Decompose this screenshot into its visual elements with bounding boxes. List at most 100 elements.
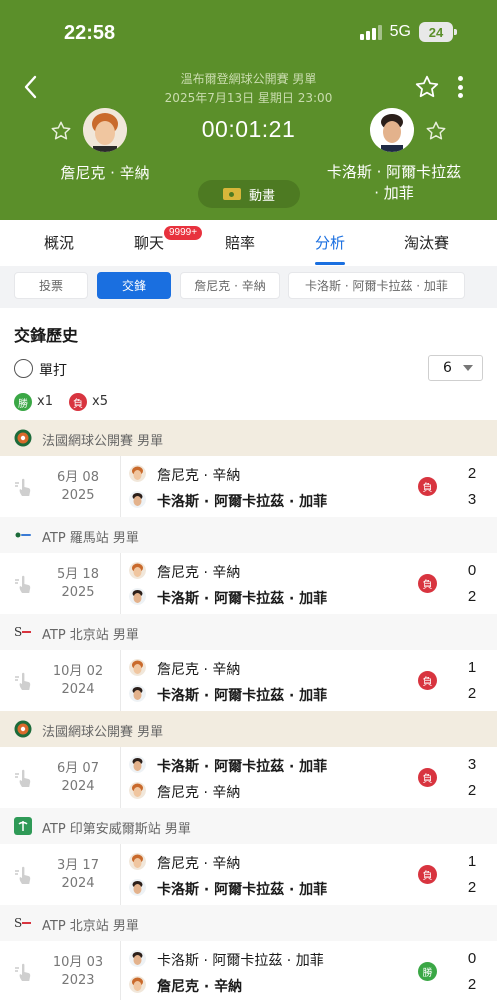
player-bottom-name: 詹尼克 · 辛納 bbox=[157, 785, 241, 801]
match-date: 10月 02 2024 bbox=[52, 664, 104, 697]
more-button[interactable] bbox=[452, 74, 468, 100]
court-icon bbox=[222, 188, 241, 200]
player-top-name: 詹尼克 · 辛納 bbox=[157, 856, 241, 872]
swipe-hand-icon bbox=[13, 961, 33, 983]
star-icon bbox=[415, 75, 439, 98]
match-header: 22:58 5G 24 溫布爾登網球公開賽 男單 2025年7月13日 星期日 … bbox=[0, 0, 497, 220]
match-row[interactable]: 6月 07 2024 卡洛斯 · 阿爾卡拉茲 · 加菲 詹尼克 · 辛納 負 3 … bbox=[0, 747, 497, 809]
tournament-name: ATP 北京站 男單 bbox=[42, 919, 139, 934]
win-count: x1 bbox=[37, 394, 53, 409]
tournament-header: 法國網球公開賽 男單 bbox=[0, 420, 497, 456]
subtab-player-right[interactable]: 卡洛斯 · 阿爾卡拉茲 · 加菲 bbox=[288, 272, 465, 299]
tournament-name: 法國網球公開賽 男單 bbox=[42, 434, 164, 449]
match-row[interactable]: 5月 18 2025 詹尼克 · 辛納 卡洛斯 · 阿爾卡拉茲 · 加菲 負 0 … bbox=[0, 553, 497, 615]
result-badge: 負 bbox=[418, 477, 437, 496]
player-left-name[interactable]: 詹尼克 · 辛納 bbox=[40, 162, 170, 183]
roland-garros-logo bbox=[14, 720, 32, 738]
player-top-name: 詹尼克 · 辛納 bbox=[157, 565, 241, 581]
player-avatar bbox=[129, 562, 146, 579]
score-top: 0 bbox=[467, 950, 477, 967]
match-row[interactable]: 10月 02 2024 詹尼克 · 辛納 卡洛斯 · 阿爾卡拉茲 · 加菲 負 1… bbox=[0, 650, 497, 712]
player-right-avatar[interactable] bbox=[370, 108, 414, 152]
player-avatar bbox=[129, 756, 146, 773]
tournament-header: S ATP 北京站 男單 bbox=[0, 614, 497, 650]
score-bottom: 2 bbox=[467, 976, 477, 993]
match-row[interactable]: 3月 17 2024 詹尼克 · 辛納 卡洛斯 · 阿爾卡拉茲 · 加菲 負 1 … bbox=[0, 844, 497, 906]
score-bottom: 3 bbox=[467, 491, 477, 508]
svg-text:S: S bbox=[14, 625, 22, 639]
match-date: 5月 18 2025 bbox=[57, 567, 99, 600]
svg-text:S: S bbox=[14, 916, 22, 930]
player-top-name: 詹尼克 · 辛納 bbox=[157, 468, 241, 484]
score-top: 3 bbox=[467, 756, 477, 773]
active-tab-indicator bbox=[315, 262, 345, 265]
singles-label[interactable]: 單打 bbox=[39, 360, 67, 380]
score-top: 1 bbox=[467, 853, 477, 870]
swipe-hand-icon bbox=[13, 476, 33, 498]
swipe-hand-icon bbox=[13, 767, 33, 789]
network-type: 5G bbox=[389, 23, 411, 40]
match-date: 3月 17 2024 bbox=[57, 858, 99, 891]
player-avatar bbox=[129, 782, 146, 799]
match-count-value: 6 bbox=[443, 360, 452, 376]
subtab-h2h[interactable]: 交鋒 bbox=[97, 272, 171, 299]
match-row[interactable]: 10月 03 2023 卡洛斯 · 阿爾卡拉茲 · 加菲 詹尼克 · 辛納 勝 0… bbox=[0, 941, 497, 1000]
tournament-header: ATP 印第安威爾斯站 男單 bbox=[0, 808, 497, 844]
tab-knockout[interactable]: 淘汰賽 bbox=[404, 232, 449, 253]
player-top-name: 卡洛斯 · 阿爾卡拉茲 · 加菲 bbox=[157, 953, 324, 969]
chat-unread-badge: 9999+ bbox=[164, 226, 203, 240]
match-date: 6月 08 2025 bbox=[57, 470, 99, 503]
battery-icon: 24 bbox=[419, 22, 457, 42]
tournament-name: ATP 印第安威爾斯站 男單 bbox=[42, 822, 191, 837]
player-top-name: 卡洛斯 · 阿爾卡拉茲 · 加菲 bbox=[157, 759, 328, 775]
player-avatar bbox=[129, 491, 146, 508]
score-top: 1 bbox=[467, 659, 477, 676]
tournament-header: S ATP 北京站 男單 bbox=[0, 905, 497, 941]
tab-overview[interactable]: 概況 bbox=[44, 232, 74, 253]
match-count-select[interactable]: 6 bbox=[428, 355, 483, 381]
swipe-hand-icon bbox=[13, 864, 33, 886]
singles-radio[interactable] bbox=[14, 359, 33, 378]
star-icon bbox=[426, 121, 446, 140]
roland-garros-logo bbox=[14, 429, 32, 447]
player-bottom-name: 詹尼克 · 辛納 bbox=[157, 979, 243, 995]
match-row[interactable]: 6月 08 2025 詹尼克 · 辛納 卡洛斯 · 阿爾卡拉茲 · 加菲 負 2 … bbox=[0, 456, 497, 518]
result-badge: 勝 bbox=[418, 962, 437, 981]
tournament-header: ATP 羅馬站 男單 bbox=[0, 517, 497, 553]
status-right: 5G 24 bbox=[359, 22, 457, 42]
player-avatar bbox=[129, 465, 146, 482]
player-bottom-name: 卡洛斯 · 阿爾卡拉茲 · 加菲 bbox=[157, 882, 328, 898]
swipe-hand-icon bbox=[13, 670, 33, 692]
chevron-down-icon bbox=[463, 365, 473, 371]
status-time: 22:58 bbox=[64, 22, 116, 44]
player-avatar bbox=[129, 976, 146, 993]
beijing-logo: S bbox=[14, 623, 32, 641]
animation-label: 動畫 bbox=[248, 188, 275, 204]
subtab-player-left[interactable]: 詹尼克 · 辛納 bbox=[180, 272, 280, 299]
rome-logo bbox=[14, 526, 32, 544]
player-avatar bbox=[129, 659, 146, 676]
tab-odds[interactable]: 賠率 bbox=[225, 232, 255, 253]
favorite-match-button[interactable] bbox=[414, 74, 440, 100]
beijing-logo: S bbox=[14, 914, 32, 932]
score-bottom: 2 bbox=[467, 685, 477, 702]
match-date: 10月 03 2023 bbox=[52, 955, 104, 988]
tournament-name: ATP 羅馬站 男單 bbox=[42, 531, 139, 546]
main-tabs: 概況 聊天 賠率 分析 淘汰賽 bbox=[0, 220, 497, 266]
subtab-vote[interactable]: 投票 bbox=[14, 272, 88, 299]
player-avatar bbox=[129, 588, 146, 605]
player-avatar bbox=[129, 879, 146, 896]
player-right-name[interactable]: 卡洛斯 · 阿爾卡拉茲 · 加菲 bbox=[326, 162, 462, 204]
signal-icon bbox=[359, 24, 382, 40]
win-badge: 勝 bbox=[14, 393, 32, 411]
score-top: 0 bbox=[467, 562, 477, 579]
animation-button[interactable]: 動畫 bbox=[198, 180, 300, 208]
favorite-right-player-button[interactable] bbox=[425, 120, 447, 142]
tab-analysis[interactable]: 分析 bbox=[315, 232, 345, 253]
player-avatar bbox=[129, 950, 146, 967]
tab-chat[interactable]: 聊天 bbox=[134, 232, 164, 253]
player-bottom-name: 卡洛斯 · 阿爾卡拉茲 · 加菲 bbox=[157, 591, 328, 607]
tournament-name: ATP 北京站 男單 bbox=[42, 628, 139, 643]
lose-badge: 負 bbox=[69, 393, 87, 411]
lose-count: x5 bbox=[92, 394, 108, 409]
